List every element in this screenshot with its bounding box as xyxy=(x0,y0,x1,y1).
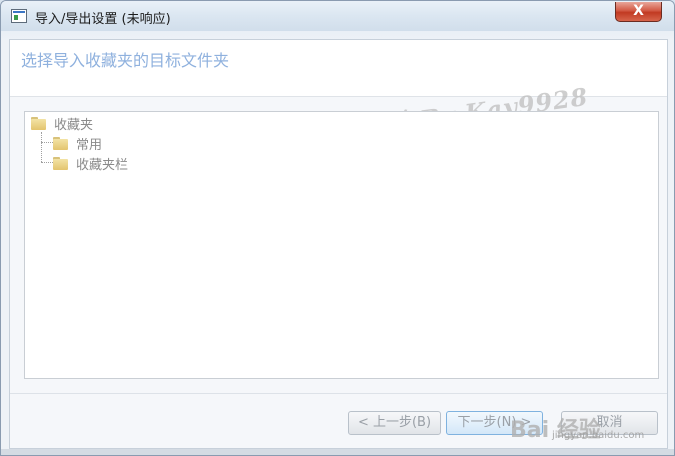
tree-connector xyxy=(41,132,42,162)
folder-tree[interactable]: 收藏夹 常用 收藏夹栏 xyxy=(24,111,659,379)
tree-item-label: 常用 xyxy=(76,137,103,153)
tree-item-root[interactable]: 收藏夹 xyxy=(31,114,94,133)
baidu-watermark-url: jingyan.baidu.com xyxy=(552,430,645,441)
folder-icon xyxy=(31,116,46,130)
footer-separator xyxy=(10,393,667,394)
tree-item-common[interactable]: 常用 xyxy=(53,134,103,153)
app-window-icon xyxy=(11,9,27,23)
taskbar-strip xyxy=(1,449,674,455)
close-button[interactable]: X xyxy=(615,2,662,22)
tree-connector xyxy=(41,162,53,163)
title-bar[interactable]: 导入/导出设置 (未响应) X xyxy=(1,1,674,31)
dialog-client-area: 选择导入收藏夹的目标文件夹 百度经验 By Kay9928 收藏夹 常用 收藏夹… xyxy=(9,39,668,449)
tree-item-favorites-bar[interactable]: 收藏夹栏 xyxy=(53,154,129,173)
tree-item-label: 收藏夹 xyxy=(54,117,94,133)
folder-icon xyxy=(53,136,68,150)
dialog-window: 导入/导出设置 (未响应) X 选择导入收藏夹的目标文件夹 百度经验 By Ka… xyxy=(0,0,675,456)
window-title: 导入/导出设置 (未响应) xyxy=(35,12,171,27)
back-button[interactable]: < 上一步(B) xyxy=(348,411,441,435)
tree-item-label: 收藏夹栏 xyxy=(76,157,129,173)
instruction-text: 选择导入收藏夹的目标文件夹 xyxy=(21,51,230,70)
folder-icon xyxy=(53,156,68,170)
tree-connector xyxy=(41,142,53,143)
